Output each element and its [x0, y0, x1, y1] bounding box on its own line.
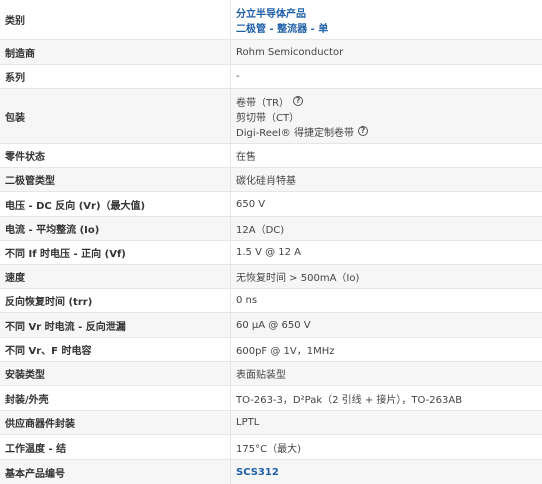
category-link[interactable]: 分立半导体产品 — [236, 5, 542, 20]
row-manufacturer: 制造商 Rohm Semiconductor — [0, 40, 542, 65]
packaging-label: 剪切带（CT） — [236, 112, 300, 124]
row-value: 175°C（最大) — [230, 435, 542, 459]
row-supplier-package: 供应商器件封装 LPTL — [0, 411, 542, 435]
row-value: 650 V — [230, 192, 542, 216]
packaging-label: Digi-Reel® 得捷定制卷带 — [236, 127, 354, 139]
row-value: 分立半导体产品 二极管 - 整流器 - 单 — [230, 0, 542, 39]
row-voltage-dc-reverse: 电压 - DC 反向 (Vr)（最大值) 650 V — [0, 192, 542, 217]
row-reverse-recovery: 反向恢复时间 (trr) 0 ns — [0, 289, 542, 313]
row-value: 在售 — [230, 144, 542, 167]
row-value: LPTL — [230, 411, 542, 434]
packaging-option: 剪切带（CT） — [236, 109, 542, 124]
row-label: 系列 — [5, 73, 25, 84]
row-label: 安装类型 — [5, 370, 45, 381]
row-value: 碳化硅肖特基 — [230, 168, 542, 191]
row-category: 类别 分立半导体产品 二极管 - 整流器 - 单 — [0, 0, 542, 40]
row-label: 不同 Vr、F 时电容 — [5, 346, 92, 357]
row-value: 无恢复时间 > 500mA（Io) — [230, 265, 542, 288]
row-packaging: 包装 卷带（TR） ? 剪切带（CT） Digi-Reel® 得捷定制卷带 ? — [0, 89, 542, 144]
row-label: 零件状态 — [5, 152, 45, 163]
row-value: 0 ns — [230, 289, 542, 312]
row-reverse-leakage: 不同 Vr 时电流 - 反向泄漏 60 µA @ 650 V — [0, 313, 542, 338]
row-diode-type: 二极管类型 碳化硅肖特基 — [0, 168, 542, 192]
row-label: 二极管类型 — [5, 176, 55, 187]
row-series: 系列 - — [0, 65, 542, 89]
row-label: 不同 Vr 时电流 - 反向泄漏 — [5, 321, 126, 333]
row-label: 速度 — [5, 273, 25, 284]
row-value: 12A（DC) — [230, 217, 542, 240]
base-product-link[interactable]: SCS312 — [236, 467, 542, 478]
product-attributes-table: 类别 分立半导体产品 二极管 - 整流器 - 单 制造商 Rohm Semico… — [0, 0, 542, 484]
row-base-product-number: 基本产品编号 SCS312 — [0, 460, 542, 484]
packaging-label: 卷带（TR） — [236, 97, 290, 109]
row-value: 60 µA @ 650 V — [230, 313, 542, 337]
row-value: Rohm Semiconductor — [230, 40, 542, 64]
row-capacitance: 不同 Vr、F 时电容 600pF @ 1V，1MHz — [0, 338, 542, 362]
row-label: 反向恢复时间 (trr) — [5, 297, 93, 308]
row-label: 包装 — [5, 112, 25, 124]
row-value: 表面贴装型 — [230, 362, 542, 385]
row-voltage-forward: 不同 If 时电压 - 正向 (Vf) 1.5 V @ 12 A — [0, 241, 542, 265]
row-label: 供应商器件封装 — [5, 419, 75, 430]
row-label: 制造商 — [5, 48, 35, 60]
subcategory-link[interactable]: 二极管 - 整流器 - 单 — [236, 20, 542, 35]
row-label: 封装/外壳 — [5, 394, 49, 406]
row-value: - — [230, 65, 542, 88]
question-circle-icon[interactable]: ? — [357, 126, 368, 136]
packaging-option: Digi-Reel® 得捷定制卷带 ? — [236, 124, 542, 139]
row-operating-temperature: 工作温度 - 结 175°C（最大) — [0, 435, 542, 460]
row-label: 电压 - DC 反向 (Vr)（最大值) — [5, 200, 146, 212]
row-mounting-type: 安装类型 表面贴装型 — [0, 362, 542, 386]
row-value: TO-263-3，D²Pak（2 引线 + 接片），TO-263AB — [230, 386, 542, 410]
row-label: 工作温度 - 结 — [5, 443, 67, 455]
packaging-option: 卷带（TR） ? — [236, 94, 542, 109]
row-value: 1.5 V @ 12 A — [230, 241, 542, 264]
row-package-case: 封装/外壳 TO-263-3，D²Pak（2 引线 + 接片），TO-263AB — [0, 386, 542, 411]
row-label: 类别 — [5, 16, 25, 27]
row-label: 不同 If 时电压 - 正向 (Vf) — [5, 249, 126, 260]
row-speed: 速度 无恢复时间 > 500mA（Io) — [0, 265, 542, 289]
row-current-rectified: 电流 - 平均整流 (Io) 12A（DC) — [0, 217, 542, 241]
row-value: 卷带（TR） ? 剪切带（CT） Digi-Reel® 得捷定制卷带 ? — [230, 89, 542, 143]
row-value: 600pF @ 1V，1MHz — [230, 338, 542, 361]
row-label: 基本产品编号 — [5, 468, 65, 480]
row-part-status: 零件状态 在售 — [0, 144, 542, 168]
row-label: 电流 - 平均整流 (Io) — [5, 225, 100, 236]
question-circle-icon[interactable]: ? — [293, 96, 304, 106]
row-value: SCS312 — [230, 460, 542, 484]
